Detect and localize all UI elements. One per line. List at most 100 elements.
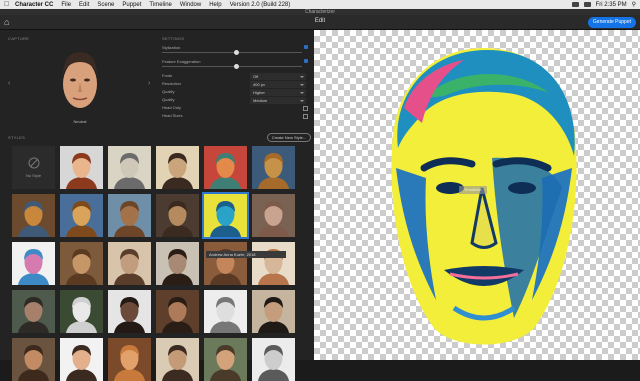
- style-thumbnail-image: [60, 146, 103, 189]
- exaggeration-link-icon[interactable]: [304, 59, 308, 63]
- prop-quality-1: Quality Higher: [162, 89, 310, 97]
- style-thumbnail-image: [108, 194, 151, 237]
- no-style-label: No Style: [25, 173, 42, 178]
- style-thumbnail-image: [12, 290, 55, 333]
- create-new-style-button[interactable]: Create New Style...: [267, 133, 311, 142]
- stylization-label: Stylization: [162, 45, 181, 50]
- menu-timeline[interactable]: Timeline: [149, 2, 171, 8]
- prop-head-only: Head Only: [162, 105, 310, 113]
- style-tile[interactable]: [60, 290, 103, 333]
- style-thumbnail-image: [60, 242, 103, 285]
- style-tile[interactable]: [60, 194, 103, 237]
- prop-quality-1-label: Quality: [162, 89, 175, 94]
- style-tile[interactable]: [108, 146, 151, 189]
- style-thumbnail-image: [204, 194, 247, 237]
- menu-file[interactable]: File: [61, 2, 71, 8]
- style-tile[interactable]: [156, 146, 199, 189]
- menu-help[interactable]: Help: [209, 2, 221, 8]
- characterizer-panel: CAPTURE ‹ › Neutral SETTINGS Stylization…: [0, 30, 314, 381]
- prop-head-only-label: Head Only: [162, 105, 181, 110]
- style-tile[interactable]: [204, 290, 247, 333]
- battery-icon[interactable]: [571, 2, 579, 7]
- app-menu[interactable]: Character CC: [15, 2, 53, 8]
- stylization-slider[interactable]: Stylization: [162, 45, 312, 55]
- style-thumbnail-image: [252, 146, 295, 189]
- menu-window[interactable]: Window: [180, 2, 201, 8]
- style-tile[interactable]: [12, 290, 55, 333]
- menu-edit[interactable]: Edit: [79, 2, 89, 8]
- style-tile[interactable]: [252, 242, 295, 285]
- head-only-checkbox[interactable]: [303, 106, 308, 111]
- style-thumbnail-image: [60, 194, 103, 237]
- style-tile-no-style[interactable]: No Style: [12, 146, 55, 189]
- style-thumbnail-image: [204, 290, 247, 333]
- style-tooltip: Andrew Anna Kuehr, 2018: [206, 251, 286, 258]
- fonts-select[interactable]: Off: [250, 73, 306, 80]
- apple-icon[interactable]: : [4, 1, 10, 8]
- quality-2-select[interactable]: Medium: [250, 97, 306, 104]
- head-sizes-checkbox[interactable]: [303, 114, 308, 119]
- style-thumbnail-image: [156, 242, 199, 285]
- stylization-knob[interactable]: [234, 50, 239, 55]
- page-title: Edit: [314, 18, 326, 24]
- prop-fonts: Fonts Off: [162, 73, 310, 81]
- menu-scene[interactable]: Scene: [97, 2, 114, 8]
- settings-section-label: SETTINGS: [162, 36, 185, 41]
- resolution-select[interactable]: 400 px: [250, 81, 306, 88]
- style-thumbnail-image: [252, 290, 295, 333]
- style-thumbnail-image: [156, 194, 199, 237]
- captured-face-image: [63, 52, 97, 108]
- style-tile[interactable]: [156, 290, 199, 333]
- prev-arrow-icon[interactable]: ‹: [8, 80, 10, 87]
- style-tile[interactable]: [202, 192, 249, 239]
- prop-quality-2-label: Quality: [162, 97, 175, 102]
- style-thumbnail-image: [12, 242, 55, 285]
- next-arrow-icon[interactable]: ›: [148, 80, 150, 87]
- style-thumbnail-image: [204, 146, 247, 189]
- style-thumbnail-image: [252, 194, 295, 237]
- style-tile[interactable]: [108, 194, 151, 237]
- style-tile[interactable]: [252, 194, 295, 237]
- menu-bar:  Character CC File Edit Scene Puppet Ti…: [0, 0, 640, 9]
- capture-section-label: CAPTURE: [8, 36, 30, 41]
- style-thumbnail-image: [156, 290, 199, 333]
- styles-section-label: STYLES: [8, 135, 26, 140]
- style-tile[interactable]: [204, 146, 247, 189]
- exaggeration-knob[interactable]: [234, 64, 239, 69]
- style-tile[interactable]: [156, 242, 199, 285]
- search-icon[interactable]: ⚲: [632, 1, 636, 8]
- style-tile[interactable]: [108, 290, 151, 333]
- style-tile[interactable]: [60, 242, 103, 285]
- prop-resolution-label: Resolution: [162, 81, 181, 86]
- toolbar: ⌂ Edit Generate Puppet: [0, 15, 640, 30]
- prop-fonts-label: Fonts: [162, 73, 173, 78]
- style-tile[interactable]: [108, 242, 151, 285]
- exaggeration-slider[interactable]: Feature Exaggeration: [162, 59, 312, 69]
- style-tile[interactable]: [60, 146, 103, 189]
- preview-canvas[interactable]: Emoticon: [314, 30, 640, 360]
- style-tile[interactable]: [156, 194, 199, 237]
- capture-thumbnail[interactable]: [58, 44, 102, 116]
- style-tile[interactable]: [252, 290, 295, 333]
- exaggeration-track[interactable]: [162, 66, 302, 67]
- stylized-portrait-preview: [391, 48, 577, 345]
- no-style-icon: [28, 157, 39, 169]
- clock[interactable]: Fri 2:35 PM: [596, 2, 627, 8]
- prop-quality-2: Quality Medium: [162, 97, 310, 105]
- style-tile[interactable]: [204, 242, 247, 285]
- style-tile[interactable]: [12, 194, 55, 237]
- style-tile[interactable]: [252, 146, 295, 189]
- style-thumbnail-image: [108, 242, 151, 285]
- wifi-icon[interactable]: [583, 2, 591, 7]
- style-thumbnail-image: [60, 290, 103, 333]
- menu-puppet[interactable]: Puppet: [122, 2, 141, 8]
- style-thumbnail-image: [108, 146, 151, 189]
- quality-1-select[interactable]: Higher: [250, 89, 306, 96]
- generate-puppet-button[interactable]: Generate Puppet: [587, 17, 636, 28]
- stylization-link-icon[interactable]: [304, 45, 308, 49]
- style-thumbnail-image: [204, 242, 247, 285]
- style-thumbnail-image: [156, 146, 199, 189]
- stylization-track[interactable]: [162, 52, 302, 53]
- capture-label: Neutral: [73, 119, 87, 124]
- style-tile[interactable]: [12, 242, 55, 285]
